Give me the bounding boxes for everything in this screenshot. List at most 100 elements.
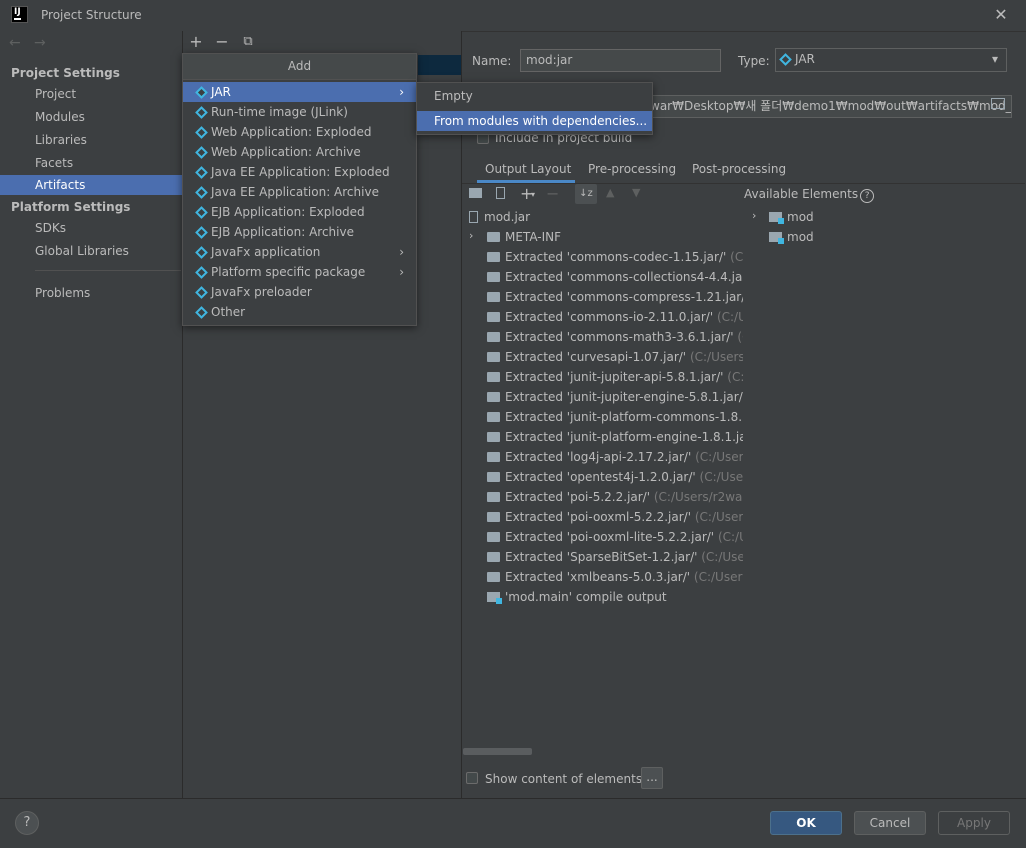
- tree-extracted-item[interactable]: Extracted 'SparseBitSet-1.2.jar/' (C:/Us…: [487, 547, 743, 567]
- type-select[interactable]: JAR ▾: [775, 48, 1007, 72]
- name-label: Name:: [472, 54, 512, 68]
- extracted-name: Extracted 'junit-jupiter-api-5.8.1.jar/': [505, 370, 724, 384]
- cancel-button[interactable]: Cancel: [854, 811, 926, 835]
- help-icon[interactable]: ?: [860, 189, 875, 203]
- forward-icon[interactable]: →: [34, 35, 46, 51]
- tree-extracted-item[interactable]: Extracted 'junit-platform-engine-1.8.1.j…: [487, 427, 743, 447]
- tree-extracted-item[interactable]: Extracted 'commons-compress-1.21.jar/' (…: [487, 287, 743, 307]
- help-button[interactable]: ?: [15, 811, 39, 835]
- remove-element-icon[interactable]: −: [546, 184, 559, 203]
- tree-extracted-item[interactable]: Extracted 'poi-ooxml-lite-5.2.2.jar/' (C…: [487, 527, 743, 547]
- sort-icon[interactable]: ↓z: [575, 184, 597, 204]
- extracted-path: (C:/Users/r2wa: [689, 350, 743, 364]
- extracted-name: Extracted 'commons-compress-1.21.jar/': [505, 290, 743, 304]
- add-icon[interactable]: +: [188, 34, 204, 50]
- copy-icon[interactable]: ⧉: [240, 34, 256, 50]
- tree-extracted-item[interactable]: Extracted 'junit-jupiter-api-5.8.1.jar/'…: [487, 367, 743, 387]
- tree-extracted-item[interactable]: Extracted 'junit-platform-commons-1.8.1.…: [487, 407, 743, 427]
- popup-item-label: Web Application: Archive: [211, 145, 361, 159]
- move-down-icon[interactable]: ▼: [632, 186, 640, 199]
- popup-item-platform-specific-package[interactable]: Platform specific package ›: [183, 262, 416, 282]
- tab-pre-processing[interactable]: Pre-processing: [588, 157, 676, 182]
- tree-extracted-item[interactable]: Extracted 'poi-5.2.2.jar/' (C:/Users/r2w…: [487, 487, 743, 507]
- extracted-path: (C:/Users/r2w: [693, 570, 743, 584]
- meta-inf-label: META-INF: [505, 230, 562, 244]
- tree-compile-output[interactable]: 'mod.main' compile output: [487, 587, 743, 607]
- name-input[interactable]: mod:jar: [520, 49, 721, 72]
- extracted-folder-icon: [487, 372, 500, 382]
- tree-extracted-item[interactable]: Extracted 'commons-collections4-4.4.jar/…: [487, 267, 743, 287]
- tree-extracted-item[interactable]: Extracted 'junit-jupiter-engine-5.8.1.ja…: [487, 387, 743, 407]
- nav-item-problems[interactable]: Problems: [0, 283, 182, 303]
- submenu-item-empty[interactable]: Empty: [417, 86, 652, 106]
- popup-title: Add: [183, 54, 416, 80]
- tree-extracted-item[interactable]: Extracted 'poi-ooxml-5.2.2.jar/' (C:/Use…: [487, 507, 743, 527]
- popup-item-web-application-exploded[interactable]: Web Application: Exploded: [183, 122, 416, 142]
- extracted-folder-icon: [487, 572, 500, 582]
- show-content-checkbox[interactable]: [466, 772, 478, 784]
- popup-item-label: Java EE Application: Archive: [211, 185, 379, 199]
- popup-item-other[interactable]: Other: [183, 302, 416, 322]
- artifact-type-icon: [195, 306, 208, 319]
- new-folder-icon[interactable]: [469, 188, 482, 198]
- show-content-options-button[interactable]: ...: [641, 767, 663, 789]
- project-settings-header: Project Settings: [11, 66, 120, 80]
- horizontal-scrollbar[interactable]: [463, 748, 532, 755]
- extracted-folder-icon: [487, 312, 500, 322]
- popup-item-javafx-preloader[interactable]: JavaFx preloader: [183, 282, 416, 302]
- compile-output-label: 'mod.main' compile output: [505, 590, 667, 604]
- nav-item-modules[interactable]: Modules: [0, 107, 182, 127]
- popup-item-java-ee-application-archive[interactable]: Java EE Application: Archive: [183, 182, 416, 202]
- tab-post-processing[interactable]: Post-processing: [692, 157, 786, 182]
- new-archive-icon[interactable]: [496, 187, 505, 199]
- tree-extracted-item[interactable]: Extracted 'commons-codec-1.15.jar/' (C:/…: [487, 247, 743, 267]
- popup-item-javafx-application[interactable]: JavaFx application ›: [183, 242, 416, 262]
- popup-item-ejb-application-archive[interactable]: EJB Application: Archive: [183, 222, 416, 242]
- chevron-right-icon: ›: [399, 245, 404, 259]
- intellij-logo-icon: IJ: [11, 6, 28, 23]
- available-item[interactable]: mod: [769, 227, 969, 247]
- extracted-name: Extracted 'commons-collections4-4.4.jar/…: [505, 270, 743, 284]
- popup-item-label: EJB Application: Archive: [211, 225, 354, 239]
- close-icon[interactable]: ✕: [992, 6, 1010, 24]
- extracted-name: Extracted 'log4j-api-2.17.2.jar/': [505, 450, 692, 464]
- ok-button[interactable]: OK: [770, 811, 842, 835]
- tree-root[interactable]: mod.jar: [469, 207, 725, 227]
- remove-icon[interactable]: −: [214, 34, 230, 50]
- back-icon[interactable]: ←: [9, 35, 21, 51]
- tree-extracted-item[interactable]: Extracted 'commons-math3-3.6.1.jar/' (C:…: [487, 327, 743, 347]
- artifact-list-selected-row[interactable]: [418, 55, 461, 75]
- extracted-folder-icon: [487, 512, 500, 522]
- nav-item-sdks[interactable]: SDKs: [0, 218, 182, 238]
- nav-item-facets[interactable]: Facets: [0, 153, 182, 173]
- popup-item-label: Web Application: Exploded: [211, 125, 372, 139]
- nav-item-project[interactable]: Project: [0, 84, 182, 104]
- popup-item-jar[interactable]: JAR ›: [183, 82, 416, 102]
- tree-extracted-item[interactable]: Extracted 'xmlbeans-5.0.3.jar/' (C:/User…: [487, 567, 743, 587]
- expand-icon[interactable]: ›: [469, 229, 473, 242]
- available-item[interactable]: mod: [769, 207, 969, 227]
- nav-item-global-libraries[interactable]: Global Libraries: [0, 241, 182, 261]
- nav-item-artifacts[interactable]: Artifacts: [0, 175, 182, 195]
- popup-item-run-time-image-jlink[interactable]: Run-time image (JLink): [183, 102, 416, 122]
- popup-item-label: Run-time image (JLink): [211, 105, 348, 119]
- popup-item-ejb-application-exploded[interactable]: EJB Application: Exploded: [183, 202, 416, 222]
- output-directory-input[interactable]: war₩Desktop₩새 폴더₩demo1₩mod₩out₩artifacts…: [640, 95, 1012, 118]
- add-element-dropdown-icon[interactable]: ▾: [531, 190, 535, 199]
- apply-button[interactable]: Apply: [938, 811, 1010, 835]
- tree-extracted-item[interactable]: Extracted 'opentest4j-1.2.0.jar/' (C:/Us…: [487, 467, 743, 487]
- jar-icon: [469, 211, 478, 223]
- expand-icon[interactable]: ›: [752, 209, 756, 222]
- popup-item-web-application-archive[interactable]: Web Application: Archive: [183, 142, 416, 162]
- popup-item-java-ee-application-exploded[interactable]: Java EE Application: Exploded: [183, 162, 416, 182]
- tab-output-layout[interactable]: Output Layout: [485, 157, 571, 182]
- tree-meta-inf[interactable]: META-INF: [487, 227, 743, 247]
- submenu-item-from-modules[interactable]: From modules with dependencies...: [417, 111, 652, 131]
- tree-extracted-item[interactable]: Extracted 'commons-io-2.11.0.jar/' (C:/U…: [487, 307, 743, 327]
- move-up-icon[interactable]: ▲: [606, 186, 614, 199]
- folder-browse-icon[interactable]: [991, 98, 1005, 109]
- tree-extracted-item[interactable]: Extracted 'log4j-api-2.17.2.jar/' (C:/Us…: [487, 447, 743, 467]
- artifact-type-icon: [195, 146, 208, 159]
- tree-extracted-item[interactable]: Extracted 'curvesapi-1.07.jar/' (C:/User…: [487, 347, 743, 367]
- nav-item-libraries[interactable]: Libraries: [0, 130, 182, 150]
